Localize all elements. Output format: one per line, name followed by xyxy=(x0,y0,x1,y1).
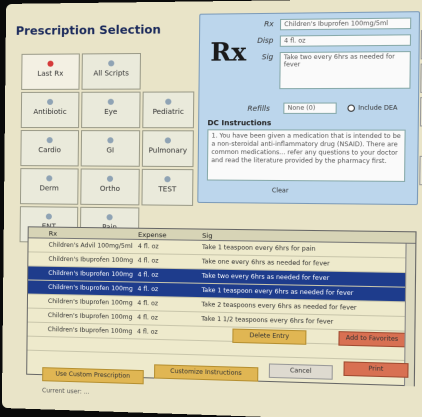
category-button-gi[interactable]: GI xyxy=(80,130,141,167)
cell-rx: Children's Ibuprofen 100mg xyxy=(48,283,133,293)
cell-sig: Take 1 teaspoon every 6hrs as needed for… xyxy=(201,286,354,298)
category-label: Pediatric xyxy=(152,107,184,116)
dc-instructions-title: DC Instructions xyxy=(207,119,272,128)
status-caption: Current user: ... xyxy=(41,387,90,396)
dc-instructions-field[interactable]: 1. You have been given a medication that… xyxy=(206,129,406,182)
cell-expense: 4 fl. oz xyxy=(137,314,158,322)
cell-sig: Take 1 teaspoon every 6hrs for pain xyxy=(201,243,316,253)
rx-name-row: Rx Children's Ibuprofen 100mg/5ml xyxy=(242,17,413,33)
cell-rx xyxy=(48,340,135,342)
rx-sig-label: Sig xyxy=(261,53,274,62)
rx-disp-field[interactable]: 4 fl. oz xyxy=(279,34,412,47)
category-button-last-rx[interactable]: Last Rx xyxy=(21,53,80,90)
rx-name-field[interactable]: Children's Ibuprofen 100mg/5ml xyxy=(279,17,412,31)
category-label: All Scripts xyxy=(93,69,129,78)
category-button-derm[interactable]: Derm xyxy=(19,168,79,205)
cell-expense xyxy=(137,342,199,344)
header-sig: Sig xyxy=(202,231,213,240)
cell-expense: 4 fl. oz xyxy=(137,285,159,294)
cell-expense: 4 fl. oz xyxy=(136,328,158,336)
cell-sig: Take 1 1/2 teaspoons every 6hrs for feve… xyxy=(201,315,334,326)
category-button-pediatric[interactable]: Pediatric xyxy=(142,91,195,129)
category-label: Cardio xyxy=(38,146,61,155)
cell-rx: Children's Ibuprofen 100mg xyxy=(47,312,133,322)
category-panel: Prescription Selection Last Rx All Scrip… xyxy=(10,10,196,244)
radio-icon xyxy=(46,137,53,144)
refills-select[interactable]: None (0) xyxy=(283,102,337,114)
category-button-pulmonary[interactable]: Pulmonary xyxy=(141,130,194,168)
include-dea-label: Include DEA xyxy=(358,104,398,112)
radio-icon xyxy=(107,98,114,105)
print-button[interactable]: Print xyxy=(343,361,409,378)
radio-icon xyxy=(164,176,171,183)
cancel-button[interactable]: Cancel xyxy=(268,363,333,380)
monitor-screen: Prescription Selection Last Rx All Scrip… xyxy=(1,0,422,417)
radio-icon xyxy=(164,137,172,144)
category-label: Ortho xyxy=(99,184,121,194)
category-label: Antibiotic xyxy=(33,107,67,116)
include-dea-radio[interactable] xyxy=(347,104,356,112)
category-label: GI xyxy=(106,146,115,155)
custom-prescription-button[interactable]: Use Custom Prescription xyxy=(42,367,144,385)
cell-sig: Take 2 teaspoons every 6hrs as needed fo… xyxy=(201,301,357,312)
cell-rx: Children's Ibuprofen 100mg xyxy=(47,297,133,307)
header-rx: Rx xyxy=(48,229,58,238)
rx-disp-row: Disp 4 fl. oz xyxy=(242,34,413,49)
radio-icon xyxy=(47,98,54,105)
cell-sig: Take two every 6hrs as needed for fever xyxy=(201,272,330,283)
radio-icon xyxy=(45,213,52,220)
cell-expense: 4 fl. oz xyxy=(137,242,159,251)
radio-icon xyxy=(106,175,114,182)
radio-icon xyxy=(107,137,114,144)
category-grid: Last Rx All Scripts Antibiotic Eye Pedia… xyxy=(19,53,195,244)
category-button-test[interactable]: TEST xyxy=(141,168,194,206)
cell-rx: Children's Advil 100mg/5ml xyxy=(48,241,133,250)
category-button-cardio[interactable]: Cardio xyxy=(20,130,80,167)
header-expense: Expense xyxy=(138,230,167,240)
category-button-antibiotic[interactable]: Antibiotic xyxy=(20,91,80,129)
rx-sig-field[interactable]: Take two every 6hrs as needed for fever xyxy=(279,51,411,90)
cell-expense: 4 fl. oz xyxy=(137,271,159,279)
category-label: Pulmonary xyxy=(148,146,188,155)
category-label: Last Rx xyxy=(37,69,64,78)
cell-rx: Children's Ibuprofen 100mg xyxy=(48,269,134,279)
radio-icon xyxy=(47,60,54,67)
radio-icon xyxy=(106,214,113,221)
add-favorites-button[interactable]: Add to Favorites xyxy=(338,331,406,348)
customize-instructions-button[interactable]: Customize Instructions xyxy=(154,364,259,382)
cell-expense: 4 fl. oz xyxy=(137,299,159,308)
rx-disp-label: Disp xyxy=(257,36,274,45)
delete-entry-button[interactable]: Delete Entry xyxy=(232,328,307,345)
category-label: Eye xyxy=(104,107,118,116)
category-button-all-scripts[interactable]: All Scripts xyxy=(81,53,141,90)
page-title: Prescription Selection xyxy=(15,22,161,38)
rx-detail-panel: Rx Rx Children's Ibuprofen 100mg/5ml Dis… xyxy=(197,11,421,206)
radio-icon xyxy=(46,175,53,182)
cell-expense: 4 fl. oz xyxy=(137,257,159,265)
radio-icon xyxy=(165,98,172,105)
rx-name-label: Rx xyxy=(264,20,274,29)
refills-label: Refills xyxy=(247,104,270,113)
rx-sig-row: Sig Take two every 6hrs as needed for fe… xyxy=(241,51,413,94)
category-label: TEST xyxy=(158,185,177,194)
cell-rx: Children's Ibuprofen 100mg xyxy=(47,326,133,336)
category-button-eye[interactable]: Eye xyxy=(81,91,141,129)
radio-icon xyxy=(108,60,115,67)
cell-sig: Take one every 6hrs as needed for fever xyxy=(201,258,330,268)
category-button-ortho[interactable]: Ortho xyxy=(80,168,140,206)
cell-rx: Children's Ibuprofen 100mg xyxy=(48,255,134,265)
clear-button[interactable]: Clear xyxy=(272,187,289,194)
category-label: Derm xyxy=(39,184,59,193)
